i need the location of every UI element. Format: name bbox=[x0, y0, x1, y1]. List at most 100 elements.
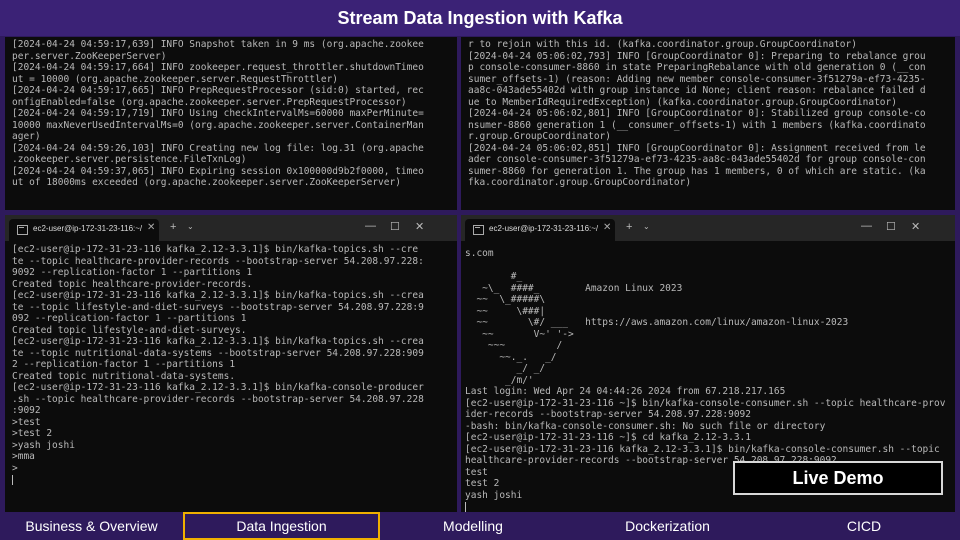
terminal-line: [ec2-user@ip-172-31-23-116 kafka_2.12-3.… bbox=[12, 382, 424, 393]
terminal-zookeeper[interactable]: [2024-04-24 04:59:17,639] INFO Snapshot … bbox=[5, 37, 457, 210]
terminal-tabbar: ec2-user@ip-172-31-23-116:~/ ✕ + ⌄ — ☐ ✕ bbox=[461, 215, 955, 241]
terminal-line: 10000 maxNeverUsedIntervalMs=0 (org.apac… bbox=[12, 119, 424, 131]
terminal-tab[interactable]: ec2-user@ip-172-31-23-116:~/ ✕ bbox=[465, 219, 615, 241]
terminal-line: [2024-04-24 04:59:37,065] INFO Expiring … bbox=[12, 165, 424, 177]
text-cursor bbox=[12, 474, 13, 485]
terminal-line: ~~._. _/ bbox=[465, 351, 557, 363]
live-demo-badge: Live Demo bbox=[733, 461, 943, 495]
terminal-line: .sh --topic healthcare-provider-records … bbox=[12, 393, 424, 405]
terminal-tab[interactable]: ec2-user@ip-172-31-23-116:~/ ✕ bbox=[9, 219, 159, 241]
terminal-line: sumer_offsets-1) (reason: Adding new mem… bbox=[468, 73, 926, 85]
nav-cicd[interactable]: CICD bbox=[774, 512, 954, 540]
terminal-line: ager) bbox=[12, 131, 41, 142]
terminal-line: fka.coordinator.group.GroupCoordinator) bbox=[468, 177, 692, 188]
terminal-line: [2024-04-24 05:06:02,851] INFO [GroupCoo… bbox=[468, 142, 926, 154]
minimize-icon[interactable]: — bbox=[861, 220, 872, 232]
terminal-line: [ec2-user@ip-172-31-23-116 kafka_2.12-3.… bbox=[465, 443, 940, 455]
terminal-line: ~~ \#/ ___ https://aws.amazon.com/linux/… bbox=[465, 317, 849, 328]
terminal-line: Created topic healthcare-provider-record… bbox=[12, 278, 253, 290]
terminal-line: per.server.ZooKeeperServer) bbox=[12, 50, 167, 62]
section-nav: Business & Overview Data Ingestion Model… bbox=[0, 512, 960, 540]
terminal-line: nsumer-8860 generation 1 (__consumer_off… bbox=[468, 119, 926, 131]
terminal-line: 9092 --replication-factor 1 --partitions… bbox=[12, 267, 253, 278]
terminal-line: > bbox=[12, 462, 18, 474]
terminal-tabbar: ec2-user@ip-172-31-23-116:~/ ✕ + ⌄ — ☐ ✕ bbox=[5, 215, 457, 241]
new-tab-button[interactable]: + bbox=[170, 221, 176, 233]
nav-dockerization[interactable]: Dockerization bbox=[566, 512, 769, 540]
terminal-line: aa8c-043ade55402d with group instance id… bbox=[468, 85, 926, 96]
terminal-line: r to rejoin with this id. (kafka.coordin… bbox=[468, 39, 857, 50]
terminal-output: [ec2-user@ip-172-31-23-116 kafka_2.12-3.… bbox=[5, 242, 424, 486]
slide-title: Stream Data Ingestion with Kafka bbox=[0, 0, 960, 36]
terminal-line: [ec2-user@ip-172-31-23-116 kafka_2.12-3.… bbox=[12, 336, 424, 347]
terminal-producer[interactable]: ec2-user@ip-172-31-23-116:~/ ✕ + ⌄ — ☐ ✕… bbox=[5, 215, 457, 513]
terminal-line: sumer-8860 for generation 1. The group h… bbox=[468, 165, 926, 177]
nav-modelling[interactable]: Modelling bbox=[385, 512, 561, 540]
chevron-down-icon[interactable]: ⌄ bbox=[643, 221, 650, 233]
terminal-line: [2024-04-24 04:59:26,103] INFO Creating … bbox=[12, 142, 424, 154]
terminal-line: s.com bbox=[465, 248, 494, 259]
terminal-line: [2024-04-24 04:59:17,664] INFO zookeeper… bbox=[12, 62, 424, 73]
terminal-line: [2024-04-24 04:59:17,719] INFO Using che… bbox=[12, 108, 424, 119]
terminal-line: r.group.GroupCoordinator) bbox=[468, 131, 611, 142]
terminal-line: .zookeeper.server.persistence.FileTxnLog… bbox=[12, 154, 247, 165]
terminal-output: [2024-04-24 04:59:17,639] INFO Snapshot … bbox=[5, 37, 457, 189]
terminal-line: #_ bbox=[465, 271, 523, 282]
terminal-line: ~~ \###| bbox=[465, 305, 546, 317]
terminal-kafka-server[interactable]: r to rejoin with this id. (kafka.coordin… bbox=[461, 37, 955, 210]
terminal-line: ~~~ / bbox=[465, 340, 563, 351]
terminal-line: >test bbox=[12, 416, 41, 428]
minimize-icon[interactable]: — bbox=[365, 220, 376, 232]
terminal-line: onfigEnabled=false (org.apache.zookeeper… bbox=[12, 96, 407, 108]
terminal-line: [ec2-user@ip-172-31-23-116 ~]$ bin/kafka… bbox=[465, 397, 946, 409]
terminal-line: ~\_ ####_ Amazon Linux 2023 bbox=[465, 282, 683, 294]
terminal-line: ~~ \_#####\ bbox=[465, 294, 546, 305]
terminal-line: [2024-04-24 05:06:02,801] INFO [GroupCoo… bbox=[468, 108, 926, 119]
terminal-line: te --topic healthcare-provider-records -… bbox=[12, 255, 424, 267]
terminal-output: r to rejoin with this id. (kafka.coordin… bbox=[461, 37, 955, 189]
terminal-line: ue to MemberIdRequiredException) (kafka.… bbox=[468, 96, 897, 108]
terminal-line: >mma bbox=[12, 451, 35, 462]
terminal-line: te --topic nutritional-data-systems --bo… bbox=[12, 347, 424, 359]
terminal-line: 092 --replication-factor 1 --partitions … bbox=[12, 313, 247, 324]
terminal-line: _/ _/ bbox=[465, 363, 546, 374]
terminal-icon bbox=[473, 225, 484, 235]
close-tab-icon[interactable]: ✕ bbox=[603, 222, 611, 233]
terminal-line: _/m/' bbox=[465, 374, 534, 386]
terminal-line: :9092 bbox=[12, 405, 41, 416]
terminal-line: ader console-consumer-3f51279a-ef73-4235… bbox=[468, 154, 926, 165]
terminal-line: -bash: bin/kafka-console-consumer.sh: No… bbox=[465, 420, 826, 432]
terminal-line: p console-consumer-8860 in state Prepari… bbox=[468, 62, 926, 73]
terminal-line: ~~ V~' '-> bbox=[465, 328, 574, 340]
terminal-line: ider-records --bootstrap-server 54.208.9… bbox=[465, 409, 751, 420]
terminal-line: ut of 18000ms exceeded (org.apache.zooke… bbox=[12, 177, 401, 188]
terminal-line: 2 --replication-factor 1 --partitions 1 bbox=[12, 359, 236, 370]
chevron-down-icon[interactable]: ⌄ bbox=[187, 221, 194, 233]
nav-data-ingestion[interactable]: Data Ingestion bbox=[183, 512, 380, 540]
terminal-line: [ec2-user@ip-172-31-23-116 ~]$ cd kafka_… bbox=[465, 432, 751, 443]
close-tab-icon[interactable]: ✕ bbox=[147, 222, 155, 233]
tab-label: ec2-user@ip-172-31-23-116:~/ bbox=[33, 224, 143, 233]
maximize-icon[interactable]: ☐ bbox=[390, 220, 400, 233]
close-window-icon[interactable]: ✕ bbox=[415, 220, 424, 233]
nav-business-overview[interactable]: Business & Overview bbox=[5, 512, 178, 540]
terminal-line: ut = 10000 (org.apache.zookeeper.server.… bbox=[12, 73, 339, 85]
terminal-line: te --topic lifestyle-and-diet-surveys --… bbox=[12, 301, 424, 313]
terminal-line: Last login: Wed Apr 24 04:44:26 2024 fro… bbox=[465, 386, 786, 397]
terminal-line: >test 2 bbox=[12, 428, 53, 439]
text-cursor bbox=[465, 501, 466, 512]
terminal-line: [2024-04-24 05:06:02,793] INFO [GroupCoo… bbox=[468, 50, 926, 62]
terminal-line: >yash joshi bbox=[12, 439, 75, 451]
terminal-line: [2024-04-24 04:59:17,665] INFO PrepReque… bbox=[12, 85, 424, 96]
terminal-icon bbox=[17, 225, 28, 235]
terminal-line: [ec2-user@ip-172-31-23-116 kafka_2.12-3.… bbox=[12, 244, 419, 255]
terminal-line: Created topic nutritional-data-systems. bbox=[12, 370, 236, 382]
terminal-line: [ec2-user@ip-172-31-23-116 kafka_2.12-3.… bbox=[12, 290, 424, 301]
terminal-line: Created topic lifestyle-and-diet-surveys… bbox=[12, 324, 247, 336]
close-window-icon[interactable]: ✕ bbox=[911, 220, 920, 233]
new-tab-button[interactable]: + bbox=[626, 221, 632, 233]
tab-label: ec2-user@ip-172-31-23-116:~/ bbox=[489, 224, 599, 233]
maximize-icon[interactable]: ☐ bbox=[886, 220, 896, 233]
terminal-line: [2024-04-24 04:59:17,639] INFO Snapshot … bbox=[12, 39, 424, 50]
